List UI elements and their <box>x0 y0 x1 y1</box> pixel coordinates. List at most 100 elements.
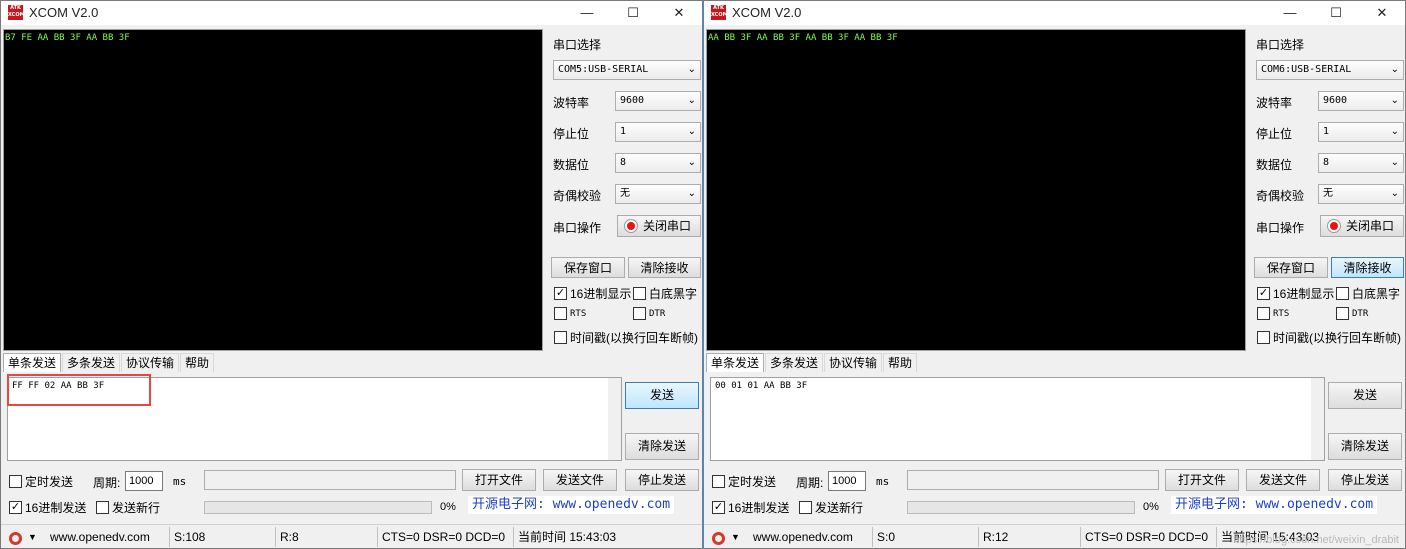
receive-area[interactable]: AA BB 3F AA BB 3F AA BB 3F AA BB 3F <box>706 29 1246 351</box>
port-select[interactable]: COM6:USB-SERIAL ⌄ <box>1256 60 1404 80</box>
parity-label: 奇偶校验 <box>553 189 602 203</box>
data-bits-label: 数据位 <box>553 158 590 172</box>
stop-bits-select[interactable]: 1 ⌄ <box>615 122 701 142</box>
status-site[interactable]: www.openedv.com <box>46 526 170 547</box>
baud-value: 9600 <box>1323 95 1348 106</box>
receive-area[interactable]: B7 FE AA BB 3F AA BB 3F <box>3 29 543 351</box>
stop-bits-value: 1 <box>1323 126 1330 137</box>
checkbox-checked-icon: ✓ <box>554 287 567 300</box>
caret-down-icon[interactable]: ▼ <box>28 532 46 542</box>
tab-single-send[interactable]: 单条发送 <box>706 353 765 372</box>
parity-value: 无 <box>620 188 630 199</box>
clear-receive-button[interactable]: 清除接收 <box>1331 257 1404 278</box>
rts-label: RTS <box>570 308 587 319</box>
hex-send-checkbox[interactable]: ✓ 16进制发送 <box>9 499 86 516</box>
chevron-down-icon: ⌄ <box>687 95 696 106</box>
stop-bits-label: 停止位 <box>1256 127 1293 141</box>
baud-select[interactable]: 9600 ⌄ <box>615 91 701 111</box>
app-logo-icon: ATK XCOM <box>711 5 726 20</box>
save-window-button[interactable]: 保存窗口 <box>551 257 625 278</box>
period-input[interactable]: 1000 <box>828 471 866 491</box>
minimize-button[interactable]: — <box>1267 1 1313 25</box>
highlight-box <box>7 374 151 406</box>
timestamp-checkbox[interactable]: 时间戳(以换行回车断帧) <box>1257 329 1401 346</box>
parity-select[interactable]: 无 ⌄ <box>1318 184 1404 204</box>
send-scrollbar[interactable] <box>608 378 621 460</box>
open-file-button[interactable]: 打开文件 <box>1165 469 1239 491</box>
open-file-button[interactable]: 打开文件 <box>462 469 536 491</box>
receive-text: AA BB 3F AA BB 3F AA BB 3F AA BB 3F <box>708 33 898 43</box>
tab-multi-send[interactable]: 多条发送 <box>62 353 121 372</box>
settings-gear-icon[interactable] <box>9 531 22 545</box>
title-bar[interactable]: ATK XCOM XCOM V2.0 — ☐ ✕ <box>1 1 702 25</box>
rts-checkbox[interactable]: RTS <box>1257 307 1289 320</box>
parity-select[interactable]: 无 ⌄ <box>615 184 701 204</box>
tab-help[interactable]: 帮助 <box>883 353 918 372</box>
timed-send-checkbox[interactable]: 定时发送 <box>9 473 73 490</box>
status-lines: CTS=0 DSR=0 DCD=0 <box>1081 526 1217 547</box>
baud-select[interactable]: 9600 ⌄ <box>1318 91 1404 111</box>
minimize-button[interactable]: — <box>564 1 610 25</box>
send-button[interactable]: 发送 <box>1328 382 1402 409</box>
clear-send-button[interactable]: 清除发送 <box>1328 433 1402 460</box>
white-bg-checkbox[interactable]: 白底黑字 <box>633 285 697 302</box>
clear-send-button[interactable]: 清除发送 <box>625 433 699 460</box>
close-port-button[interactable]: 关闭串口 <box>1320 215 1404 237</box>
tab-multi-send[interactable]: 多条发送 <box>765 353 824 372</box>
checkbox-checked-icon: ✓ <box>712 501 725 514</box>
tab-protocol[interactable]: 协议传输 <box>824 353 883 372</box>
rts-checkbox[interactable]: RTS <box>554 307 586 320</box>
receive-text: B7 FE AA BB 3F AA BB 3F <box>5 33 130 43</box>
hex-display-label: 16进制显示 <box>1273 287 1335 301</box>
send-newline-checkbox[interactable]: 发送新行 <box>96 499 160 516</box>
period-input[interactable]: 1000 <box>125 471 163 491</box>
tab-protocol[interactable]: 协议传输 <box>121 353 180 372</box>
tab-single-send[interactable]: 单条发送 <box>3 353 62 372</box>
close-button[interactable]: ✕ <box>1359 1 1405 25</box>
status-sent: S:0 <box>873 526 979 547</box>
timed-send-checkbox[interactable]: 定时发送 <box>712 473 776 490</box>
status-site[interactable]: www.openedv.com <box>749 526 873 547</box>
maximize-button[interactable]: ☐ <box>1313 1 1359 25</box>
send-file-button[interactable]: 发送文件 <box>543 469 617 491</box>
timestamp-checkbox[interactable]: 时间戳(以换行回车断帧) <box>554 329 698 346</box>
port-select[interactable]: COM5:USB-SERIAL ⌄ <box>553 60 701 80</box>
data-bits-select[interactable]: 8 ⌄ <box>1318 153 1404 173</box>
stop-send-button[interactable]: 停止发送 <box>625 469 699 491</box>
send-file-button[interactable]: 发送文件 <box>1246 469 1320 491</box>
dtr-checkbox[interactable]: DTR <box>1336 307 1368 320</box>
stop-bits-select[interactable]: 1 ⌄ <box>1318 122 1404 142</box>
xcom-window-right: ATK XCOM XCOM V2.0 — ☐ ✕ AA BB 3F AA BB 3… <box>703 0 1406 549</box>
send-textarea[interactable]: 00 01 01 AA BB 3F <box>710 377 1325 461</box>
caret-down-icon[interactable]: ▼ <box>731 532 749 542</box>
hex-display-checkbox[interactable]: ✓ 16进制显示 <box>554 285 631 302</box>
file-path-field[interactable] <box>204 470 456 490</box>
save-window-button[interactable]: 保存窗口 <box>1254 257 1328 278</box>
stop-send-button[interactable]: 停止发送 <box>1328 469 1402 491</box>
site-link[interactable]: 开源电子网: www.openedv.com <box>1171 496 1378 514</box>
port-select-label: 串口选择 <box>553 38 602 52</box>
hex-display-checkbox[interactable]: ✓ 16进制显示 <box>1257 285 1334 302</box>
hex-send-checkbox[interactable]: ✓ 16进制发送 <box>712 499 789 516</box>
status-time: 当前时间 15:43:03 <box>518 529 617 544</box>
maximize-button[interactable]: ☐ <box>610 1 656 25</box>
timestamp-label: 时间戳(以换行回车断帧) <box>570 331 698 345</box>
file-path-field[interactable] <box>907 470 1159 490</box>
close-port-button[interactable]: 关闭串口 <box>617 215 701 237</box>
dtr-checkbox[interactable]: DTR <box>633 307 665 320</box>
send-button[interactable]: 发送 <box>625 382 699 409</box>
chevron-down-icon: ⌄ <box>687 126 696 137</box>
clear-receive-button[interactable]: 清除接收 <box>628 257 701 278</box>
send-scrollbar[interactable] <box>1311 378 1324 460</box>
white-bg-checkbox[interactable]: 白底黑字 <box>1336 285 1400 302</box>
checkbox-icon <box>1257 331 1270 344</box>
settings-gear-icon[interactable] <box>712 531 725 545</box>
timed-send-label: 定时发送 <box>728 475 777 489</box>
site-link[interactable]: 开源电子网: www.openedv.com <box>468 496 675 514</box>
send-newline-checkbox[interactable]: 发送新行 <box>799 499 863 516</box>
send-progress-bar <box>204 501 432 514</box>
data-bits-select[interactable]: 8 ⌄ <box>615 153 701 173</box>
tab-help[interactable]: 帮助 <box>180 353 215 372</box>
title-bar[interactable]: ATK XCOM XCOM V2.0 — ☐ ✕ <box>704 1 1405 25</box>
close-button[interactable]: ✕ <box>656 1 702 25</box>
